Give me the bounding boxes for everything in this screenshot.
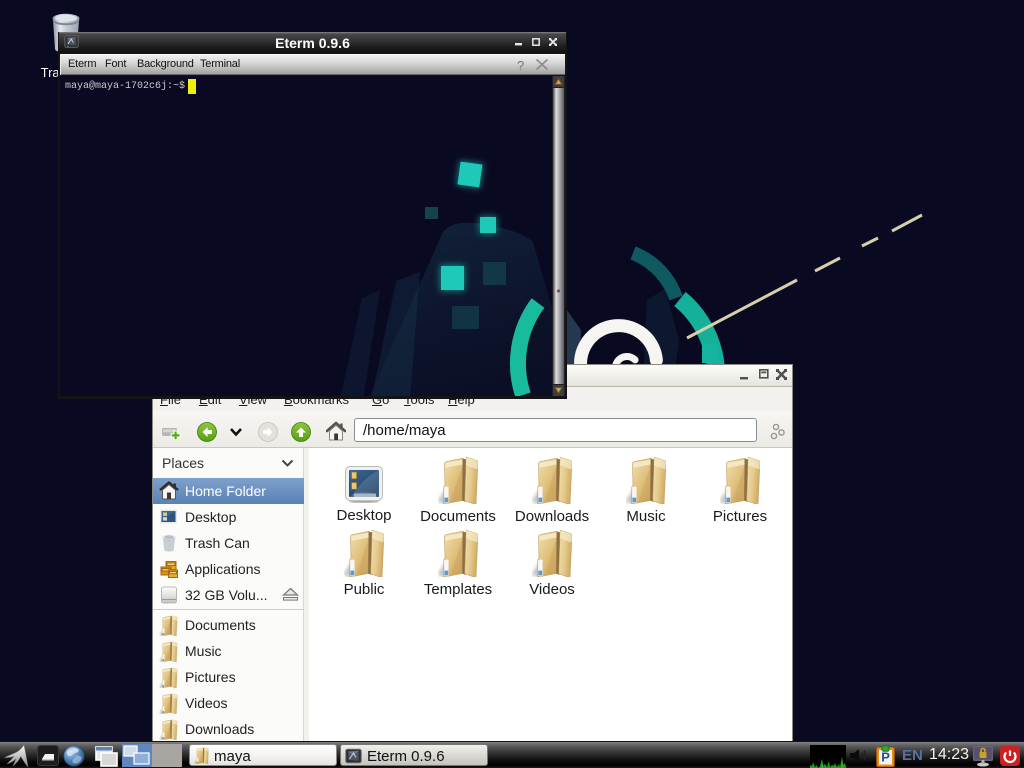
svg-text:P: P [881,750,890,765]
